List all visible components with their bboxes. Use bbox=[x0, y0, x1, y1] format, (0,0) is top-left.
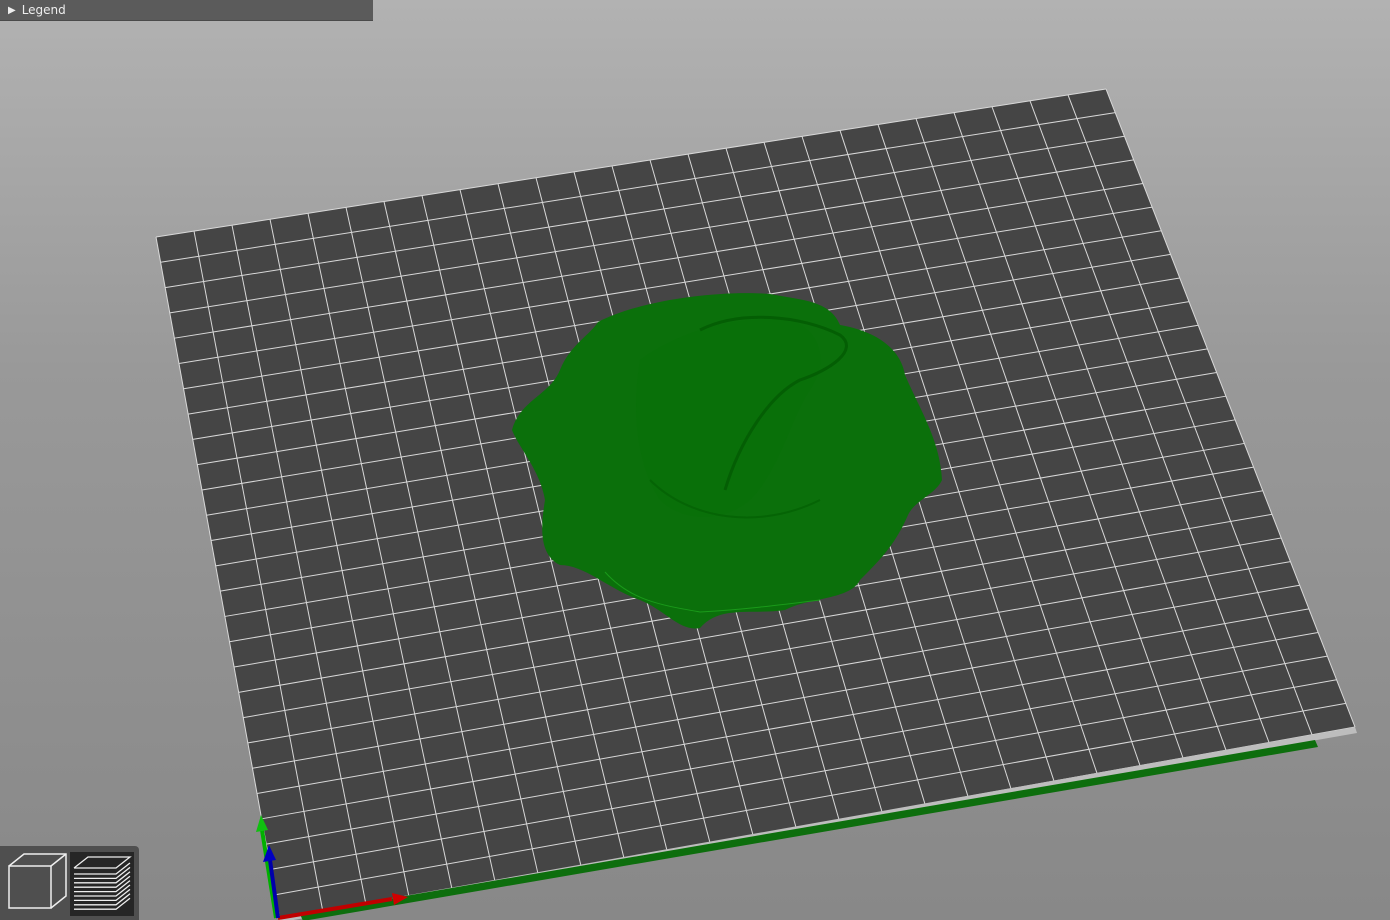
3d-view-button[interactable] bbox=[4, 852, 68, 916]
layers-icon bbox=[73, 856, 132, 910]
expand-triangle-icon: ▶ bbox=[8, 4, 16, 16]
preview-layers-button[interactable] bbox=[70, 852, 134, 916]
legend-label: Legend bbox=[21, 3, 66, 17]
legend-header[interactable]: ▶ Legend bbox=[0, 0, 373, 21]
cube-icon bbox=[8, 853, 67, 909]
3d-viewport[interactable] bbox=[0, 0, 1390, 920]
view-toolbar bbox=[0, 846, 139, 920]
